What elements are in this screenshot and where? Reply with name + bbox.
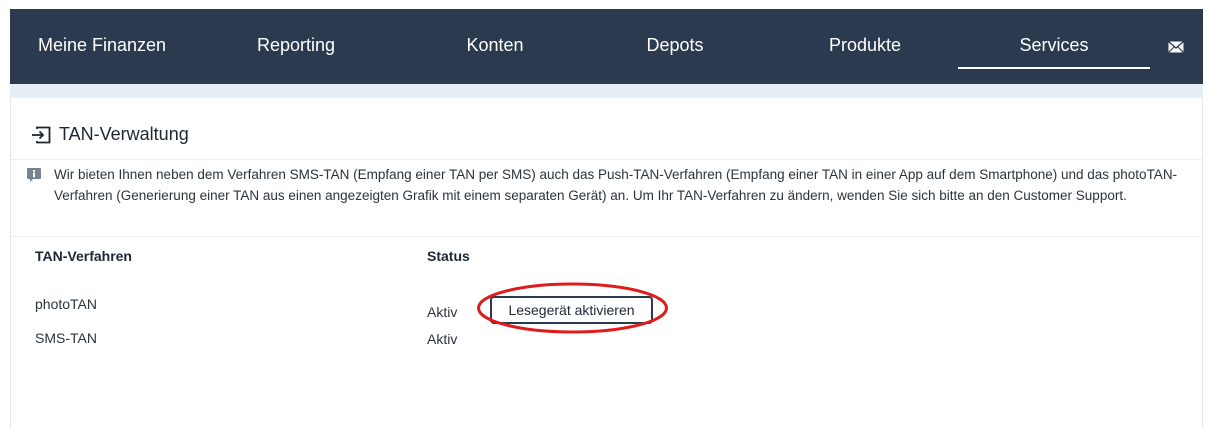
nav-item-reporting[interactable]: Reporting xyxy=(246,9,346,84)
info-icon xyxy=(27,168,41,182)
tan-method-phototan: photoTAN xyxy=(35,296,97,312)
tan-management-panel: TAN-Verwaltung Wir bieten Ihnen neben de… xyxy=(10,98,1203,428)
panel-header: TAN-Verwaltung xyxy=(31,124,189,145)
nav-item-produkte[interactable]: Produkte xyxy=(810,9,920,84)
nav-item-services[interactable]: Services xyxy=(958,9,1150,84)
info-text: Wir bieten Ihnen neben dem Verfahren SMS… xyxy=(54,167,1178,203)
envelope-icon[interactable] xyxy=(1168,40,1184,54)
column-header-status: Status xyxy=(427,248,470,264)
activate-reader-button[interactable]: Lesegerät aktivieren xyxy=(490,296,653,324)
nav-item-depots[interactable]: Depots xyxy=(635,9,715,84)
page-title: TAN-Verwaltung xyxy=(59,124,189,144)
info-notice: Wir bieten Ihnen neben dem Verfahren SMS… xyxy=(27,164,1197,206)
nav-item-konten[interactable]: Konten xyxy=(450,9,540,84)
sub-header-bar xyxy=(10,84,1203,98)
divider xyxy=(11,236,1202,237)
divider xyxy=(11,159,1202,160)
nav-item-meine-finanzen[interactable]: Meine Finanzen xyxy=(28,9,176,84)
login-icon xyxy=(32,126,51,143)
column-header-tan-method: TAN-Verfahren xyxy=(35,248,132,264)
status-sms-tan: Aktiv xyxy=(427,331,458,347)
status-phototan: Aktiv xyxy=(427,304,458,320)
tan-method-sms-tan: SMS-TAN xyxy=(35,330,97,346)
top-navigation: Meine Finanzen Reporting Konten Depots P… xyxy=(10,9,1203,84)
